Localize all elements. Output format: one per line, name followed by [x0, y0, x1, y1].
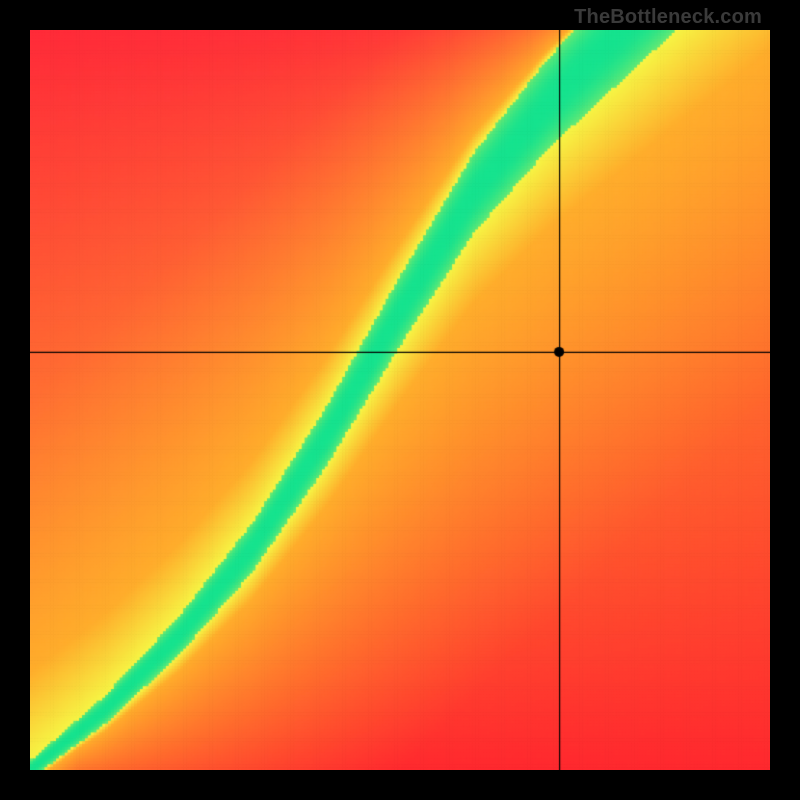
overlay-canvas: [30, 30, 770, 770]
watermark-text: TheBottleneck.com: [574, 6, 762, 29]
chart-frame: TheBottleneck.com: [0, 0, 800, 800]
plot-area: [30, 30, 770, 770]
